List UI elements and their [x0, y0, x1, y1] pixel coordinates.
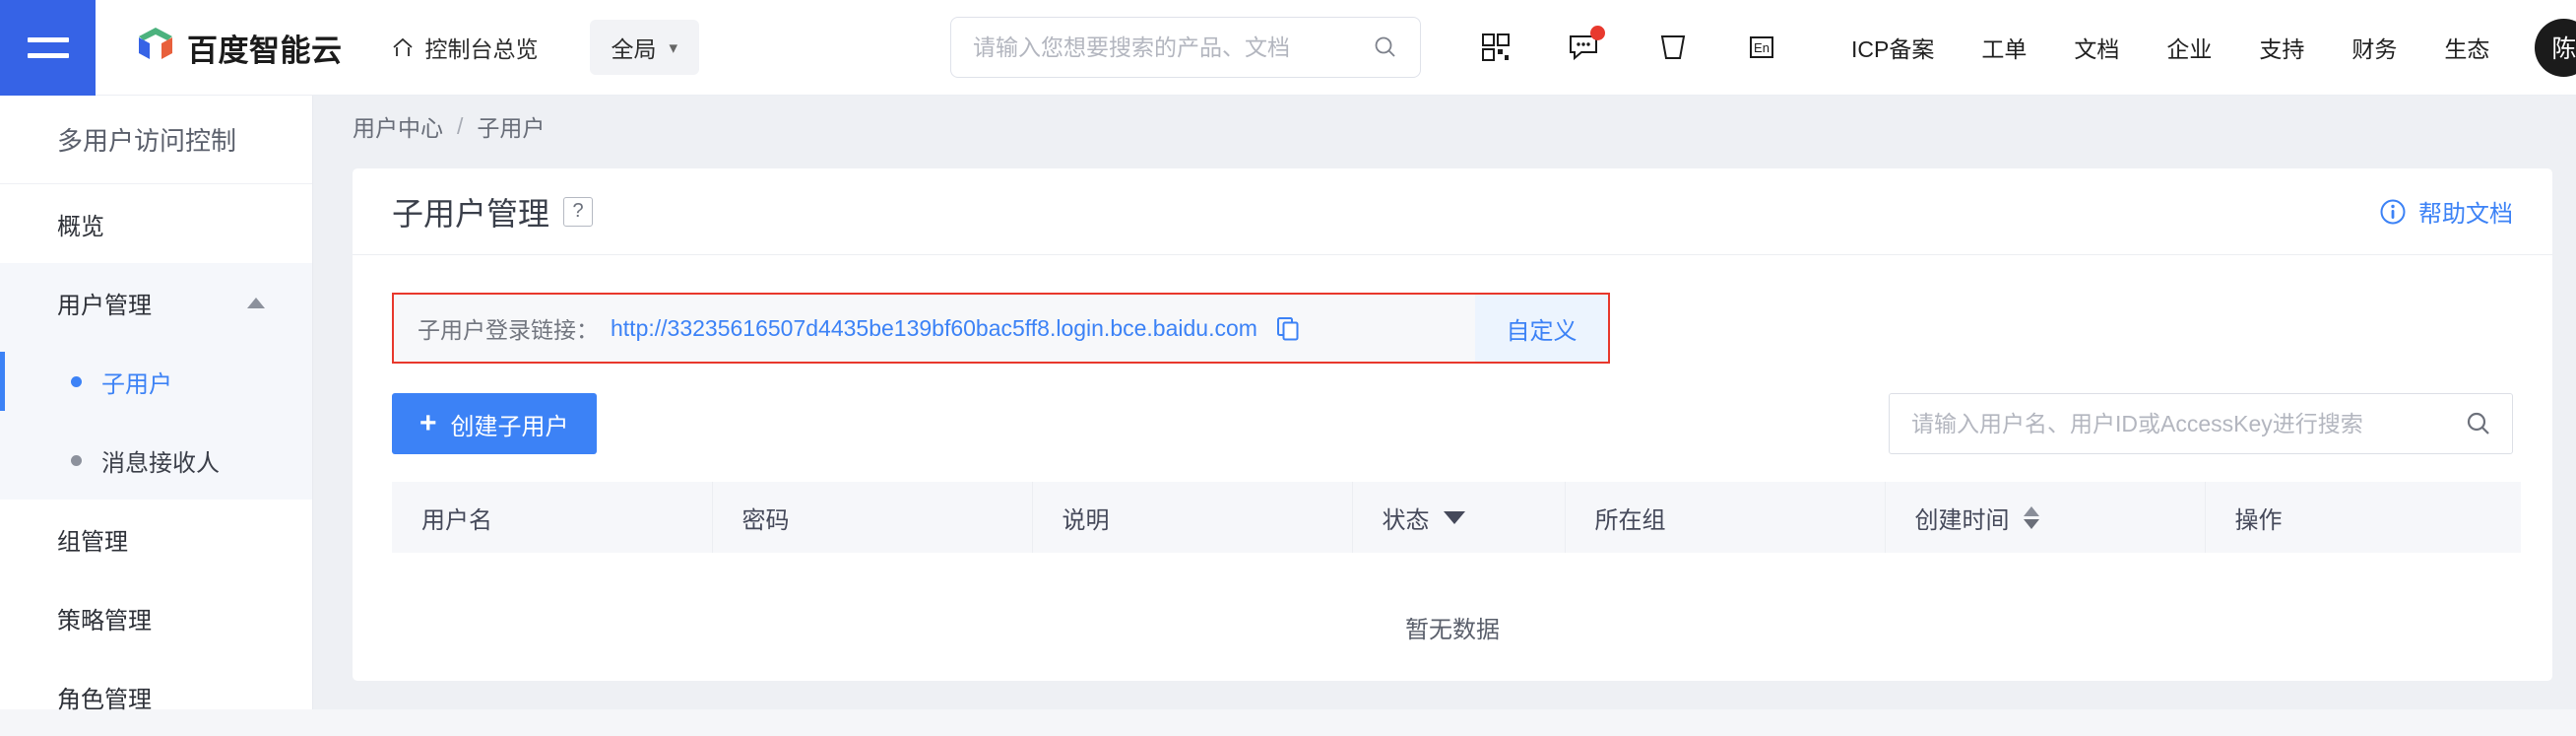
top-header: 百度智能云 控制台总览 全局 ▾ 请输入您想要搜索的产品、文档 En ICP备案… [0, 0, 2576, 96]
sidebar-item-role-management[interactable]: 角色管理 [0, 657, 312, 736]
search-icon[interactable] [1373, 34, 1398, 60]
sidebar-item-overview[interactable]: 概览 [0, 184, 312, 263]
header-nav-links: ICP备案 工单 文档 企业 支持 财务 生态 [1828, 31, 2513, 64]
table-col-description: 说明 [1032, 482, 1353, 553]
breadcrumb-separator: / [457, 112, 464, 139]
table-header: 用户名 密码 说明 状态 所在组 创建时间 操作 [392, 482, 2521, 553]
login-link-box: 子用户登录链接： http://33235616507d4435be139bf6… [394, 295, 1475, 362]
login-link-url[interactable]: http://33235616507d4435be139bf60bac5ff8.… [611, 315, 1257, 342]
sidebar-group-label: 用户管理 [57, 292, 152, 319]
sidebar-item-message-receiver[interactable]: 消息接收人 [0, 421, 312, 500]
avatar: 陈 [2535, 18, 2576, 77]
header-link-enterprise[interactable]: 企业 [2143, 31, 2235, 64]
sidebar-group-header[interactable]: 用户管理 [0, 263, 312, 342]
table-col-label: 密码 [741, 506, 790, 534]
sidebar-item-label: 组管理 [57, 528, 128, 556]
table-col-create-time: 创建时间 [1885, 482, 2206, 553]
table-col-actions: 操作 [2205, 482, 2521, 553]
card-header: 子用户管理 ? 帮助文档 [353, 168, 2552, 255]
region-label: 全局 [611, 36, 657, 62]
bullet-icon [71, 454, 82, 466]
notification-badge [1590, 26, 1606, 40]
bullet-icon [71, 375, 82, 387]
main-content: 用户中心 / 子用户 子用户管理 ? 帮助文档 子用户登录链接： http://… [313, 96, 2576, 709]
table-col-label: 操作 [2234, 506, 2283, 534]
console-overview-link[interactable]: 控制台总览 [390, 31, 539, 64]
hamburger-bar [27, 52, 69, 58]
create-sub-user-button[interactable]: + 创建子用户 [392, 393, 597, 454]
console-overview-label: 控制台总览 [424, 36, 539, 62]
home-icon [392, 37, 413, 56]
sidebar-item-label: 策略管理 [57, 607, 152, 635]
info-circle-icon [2380, 199, 2406, 224]
sidebar-title: 多用户访问控制 [0, 96, 312, 184]
help-tooltip-icon[interactable]: ? [563, 196, 594, 227]
table-col-status: 状态 [1352, 482, 1566, 553]
customize-button[interactable]: 自定义 [1475, 295, 1608, 362]
sub-user-table: 用户名 密码 说明 状态 所在组 创建时间 操作 [392, 482, 2521, 553]
svg-text:En: En [1754, 40, 1770, 55]
sidebar-group-user-management: 用户管理 子用户 消息接收人 [0, 263, 312, 500]
table-col-label: 创建时间 [1914, 506, 2010, 534]
breadcrumb-current: 子用户 [477, 115, 546, 141]
baidu-cloud-logo-icon [139, 28, 172, 59]
table-col-label: 所在组 [1594, 506, 1666, 534]
page-title-group: 子用户管理 ? [392, 189, 594, 234]
login-link-banner: 子用户登录链接： http://33235616507d4435be139bf6… [392, 293, 1610, 364]
header-icon-group: En [1465, 17, 1792, 78]
table-col-password: 密码 [712, 482, 1033, 553]
sidebar-item-label: 消息接收人 [101, 449, 220, 477]
table-col-label: 用户名 [421, 506, 492, 534]
help-doc-label: 帮助文档 [2418, 201, 2513, 228]
table-col-label: 状态 [1382, 506, 1430, 534]
chevron-down-icon: ▾ [669, 37, 678, 57]
sort-updown-icon[interactable] [2023, 505, 2039, 529]
sidebar: 多用户访问控制 概览 用户管理 子用户 消息接收人 组管理 策略管理 角色管理 [0, 96, 313, 713]
table-col-group: 所在组 [1565, 482, 1886, 553]
brand-name: 百度智能云 [187, 33, 343, 68]
filter-chevron-down-icon[interactable] [1443, 510, 1465, 524]
global-search-input[interactable] [973, 33, 1374, 61]
cart-icon[interactable] [1642, 17, 1704, 78]
header-link-ticket[interactable]: 工单 [1958, 31, 2050, 64]
breadcrumb: 用户中心 / 子用户 [313, 96, 2576, 157]
header-link-finance[interactable]: 财务 [2328, 31, 2420, 64]
chevron-up-icon [247, 297, 265, 308]
search-icon[interactable] [2465, 410, 2492, 437]
qrcode-icon[interactable] [1465, 17, 1526, 78]
header-link-support[interactable]: 支持 [2235, 31, 2328, 64]
table-header-row: 用户名 密码 说明 状态 所在组 创建时间 操作 [392, 482, 2521, 553]
region-selector[interactable]: 全局 ▾ [589, 20, 700, 75]
sidebar-item-policy-management[interactable]: 策略管理 [0, 578, 312, 657]
login-link-label: 子用户登录链接： [418, 317, 599, 343]
table-empty-state: 暂无数据 [1405, 616, 1500, 643]
create-sub-user-label: 创建子用户 [450, 413, 569, 440]
plus-icon: + [419, 407, 437, 439]
table-search[interactable] [1889, 393, 2513, 454]
copy-icon[interactable] [1275, 315, 1301, 341]
language-en-icon[interactable]: En [1731, 17, 1792, 78]
user-menu[interactable]: 陈 [2535, 18, 2576, 77]
sidebar-item-label: 角色管理 [57, 686, 152, 713]
global-search[interactable] [950, 17, 1422, 78]
sidebar-item-label: 概览 [57, 213, 104, 240]
page-title: 子用户管理 [392, 195, 550, 232]
breadcrumb-parent[interactable]: 用户中心 [353, 109, 443, 143]
table-toolbar: + 创建子用户 [392, 393, 2513, 454]
table-col-label: 说明 [1062, 506, 1110, 534]
hamburger-icon[interactable] [0, 0, 96, 96]
sub-user-card: 子用户管理 ? 帮助文档 子用户登录链接： http://33235616507… [353, 168, 2552, 681]
help-doc-link[interactable]: 帮助文档 [2379, 194, 2513, 229]
sidebar-item-group-management[interactable]: 组管理 [0, 500, 312, 578]
header-link-docs[interactable]: 文档 [2050, 31, 2143, 64]
table-col-username: 用户名 [392, 482, 713, 553]
header-link-icp[interactable]: ICP备案 [1828, 31, 1958, 64]
brand-logo[interactable]: 百度智能云 [135, 26, 343, 70]
hamburger-bar [27, 36, 69, 42]
header-link-ecosystem[interactable]: 生态 [2420, 31, 2513, 64]
sidebar-item-sub-user[interactable]: 子用户 [0, 342, 312, 421]
table-search-input[interactable] [1911, 410, 2465, 437]
sidebar-item-label: 子用户 [101, 370, 172, 398]
message-icon[interactable] [1554, 17, 1615, 78]
